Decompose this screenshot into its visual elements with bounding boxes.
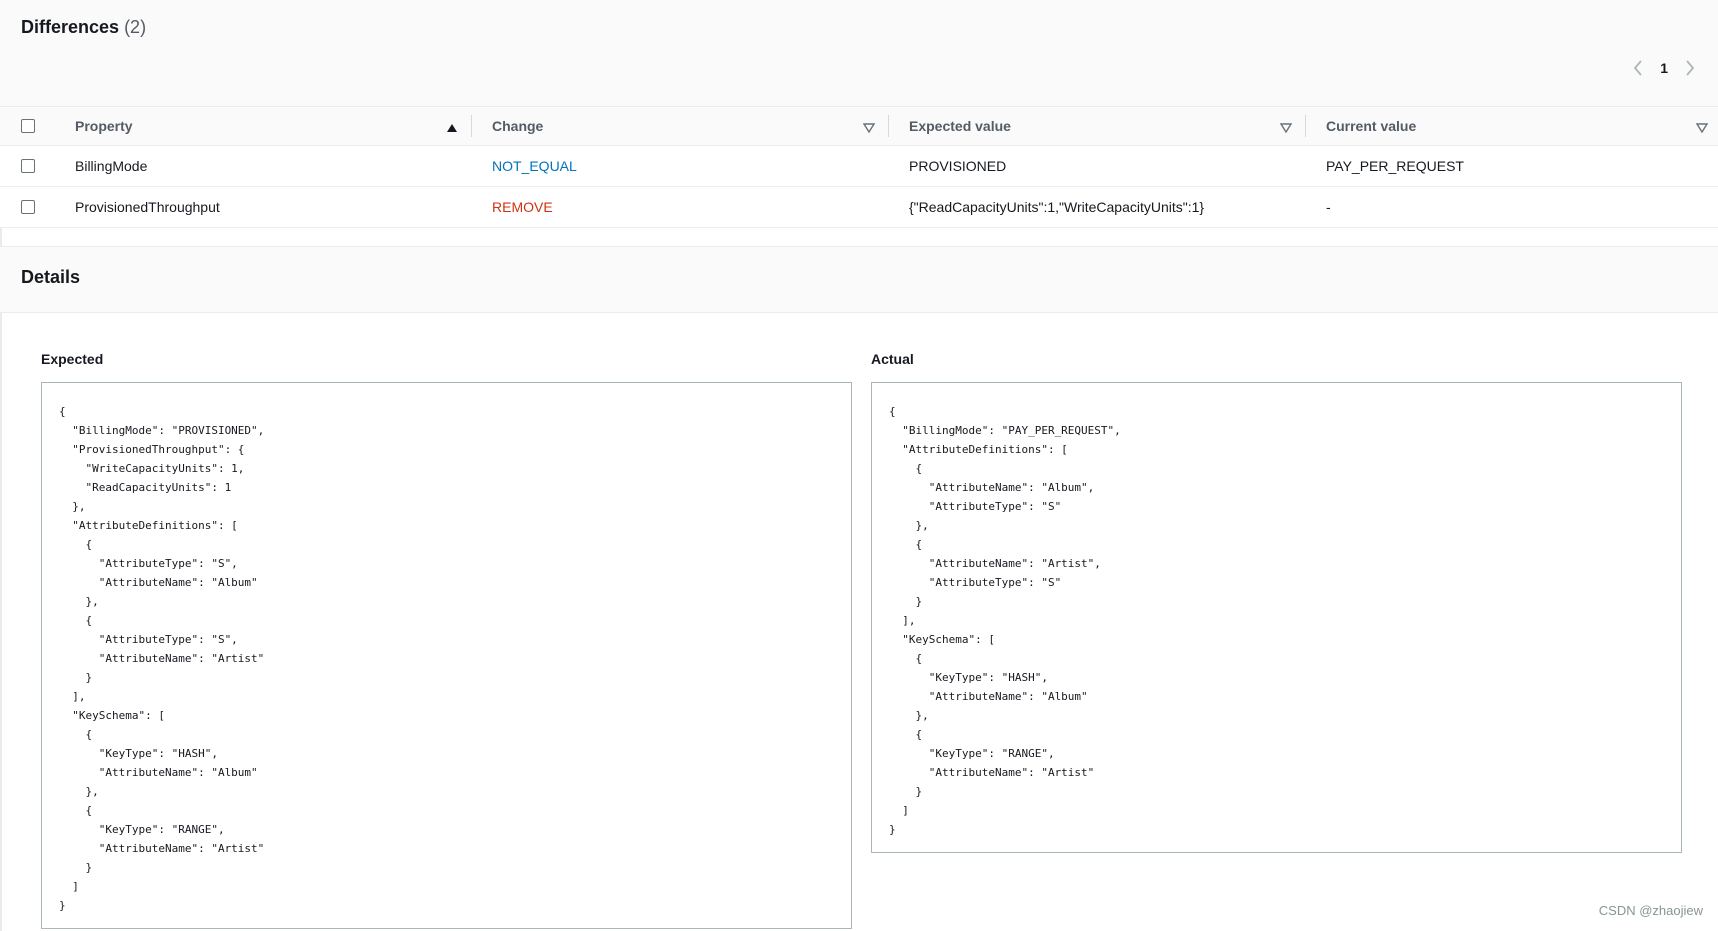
sort-toggle-icon[interactable] xyxy=(1695,120,1709,138)
details-title: Details xyxy=(21,267,81,287)
sort-toggle-icon[interactable] xyxy=(862,120,876,138)
change-cell: NOT_EQUAL xyxy=(492,158,577,174)
column-divider[interactable] xyxy=(471,115,472,137)
column-header-property-label: Property xyxy=(75,118,133,134)
current-page[interactable]: 1 xyxy=(1660,60,1668,76)
row-select-cell xyxy=(21,146,35,186)
current-value-cell: PAY_PER_REQUEST xyxy=(1326,158,1464,174)
actual-json-panel[interactable]: { "BillingMode": "PAY_PER_REQUEST", "Att… xyxy=(871,382,1682,853)
table-row[interactable]: ProvisionedThroughput REMOVE {"ReadCapac… xyxy=(0,187,1718,228)
table-row[interactable]: BillingMode NOT_EQUAL PROVISIONED PAY_PE… xyxy=(0,146,1718,187)
expected-value-cell: PROVISIONED xyxy=(909,158,1007,174)
column-header-expected-label: Expected value xyxy=(909,118,1011,134)
property-cell: ProvisionedThroughput xyxy=(75,199,220,215)
property-cell: BillingMode xyxy=(75,158,148,174)
column-divider[interactable] xyxy=(888,115,889,137)
row-select-cell xyxy=(21,187,35,227)
differences-title: Differences (2) xyxy=(21,17,146,38)
column-header-expected[interactable]: Expected value xyxy=(909,107,1289,145)
differences-header: Differences (2) 1 xyxy=(0,0,1718,107)
actual-json-text: { "BillingMode": "PAY_PER_REQUEST", "Att… xyxy=(889,405,1121,836)
watermark: CSDN @zhaojiew xyxy=(1598,903,1703,918)
expected-value-cell: {"ReadCapacityUnits":1,"WriteCapacityUni… xyxy=(909,199,1205,215)
select-all-checkbox[interactable] xyxy=(21,119,35,133)
expected-json-text: { "BillingMode": "PROVISIONED", "Provisi… xyxy=(59,405,265,912)
pagination: 1 xyxy=(1630,60,1698,76)
column-header-current[interactable]: Current value xyxy=(1326,107,1706,145)
sort-toggle-icon[interactable] xyxy=(1279,120,1293,138)
expected-label: Expected xyxy=(41,351,104,367)
column-header-change-label: Change xyxy=(492,118,544,134)
details-header: Details xyxy=(0,246,1718,313)
select-all-cell xyxy=(21,107,35,145)
differences-title-text: Differences xyxy=(21,17,120,37)
row-checkbox[interactable] xyxy=(21,200,35,214)
column-header-change[interactable]: Change xyxy=(492,107,872,145)
table-header-row: Property Change Expected value Current v… xyxy=(0,107,1718,146)
differences-count: (2) xyxy=(124,17,147,37)
row-checkbox[interactable] xyxy=(21,159,35,173)
differences-table: Property Change Expected value Current v… xyxy=(0,107,1718,228)
change-cell: REMOVE xyxy=(492,199,553,215)
current-value-cell: - xyxy=(1326,199,1331,215)
sort-ascending-icon[interactable] xyxy=(446,120,458,138)
expected-json-panel[interactable]: { "BillingMode": "PROVISIONED", "Provisi… xyxy=(41,382,852,929)
column-header-current-label: Current value xyxy=(1326,118,1417,134)
column-divider[interactable] xyxy=(1305,115,1306,137)
column-header-property[interactable]: Property xyxy=(75,107,455,145)
chevron-left-icon[interactable] xyxy=(1630,60,1646,76)
chevron-right-icon[interactable] xyxy=(1682,60,1698,76)
actual-label: Actual xyxy=(871,351,914,367)
